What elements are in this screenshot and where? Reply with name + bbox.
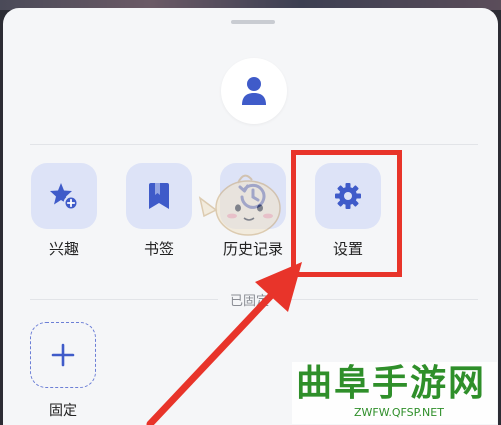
watermark-brand: 曲阜手游网 [296, 363, 487, 404]
pinned-section-title: 已固定 [230, 294, 270, 309]
add-pinned-label: 固定 [49, 403, 77, 419]
annotation-highlight-box [291, 150, 402, 277]
drag-handle[interactable] [231, 20, 275, 24]
divider [30, 299, 218, 300]
tile-interests-icon-box[interactable] [31, 163, 97, 229]
pinned-section-header: 已固定 [30, 290, 478, 310]
avatar-button[interactable] [221, 58, 287, 124]
user-icon [242, 77, 266, 105]
tile-interests-label: 兴趣 [48, 240, 79, 258]
screenshot: 兴趣 书签 历史记录 设置 已固定 固定 曲阜手游网 ZWFW.QFSP.NET [0, 0, 501, 425]
star-plus-icon [50, 183, 79, 211]
tile-bookmarks-label: 书签 [143, 240, 174, 258]
divider [30, 144, 478, 145]
tile-bookmarks[interactable]: 书签 [125, 163, 193, 258]
watermark-logo: 曲阜手游网 ZWFW.QFSP.NET [292, 362, 497, 424]
add-pinned-button[interactable] [30, 322, 96, 388]
tile-bookmarks-icon-box[interactable] [126, 163, 192, 229]
watermark-mascot-icon [198, 174, 281, 236]
bookmark-icon [149, 183, 169, 209]
tile-interests[interactable]: 兴趣 [30, 163, 98, 258]
plus-icon [51, 343, 75, 367]
divider [288, 299, 478, 300]
watermark-url: ZWFW.QFSP.NET [354, 406, 444, 419]
